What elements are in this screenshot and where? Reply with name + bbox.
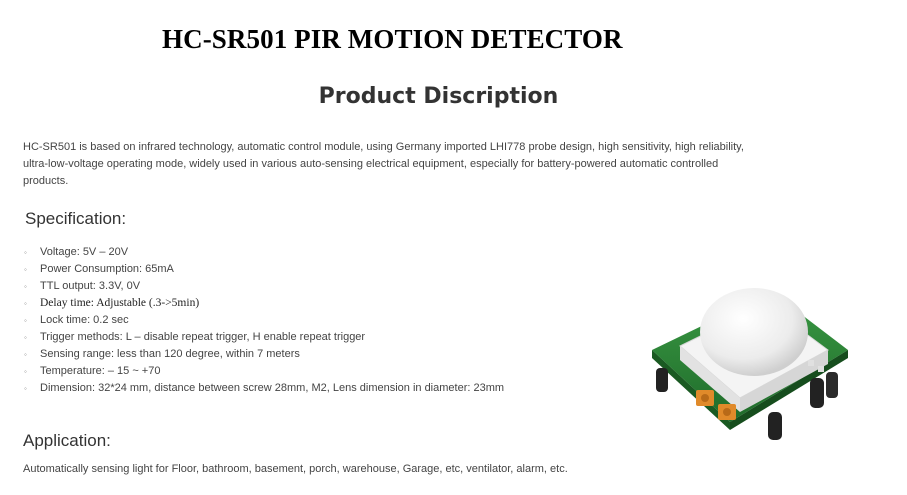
- capacitor-shape: [810, 378, 824, 408]
- spec-item-lock-time: ◦ Lock time: 0.2 sec: [24, 312, 504, 329]
- bullet-icon: ◦: [24, 316, 27, 325]
- bullet-icon: ◦: [24, 299, 27, 308]
- bullet-icon: ◦: [24, 350, 27, 359]
- capacitor-shape: [768, 412, 782, 440]
- spec-item-trigger-methods: ◦ Trigger methods: L – disable repeat tri…: [24, 329, 504, 346]
- spec-item-ttl-output: ◦ TTL output: 3.3V, 0V: [24, 278, 504, 295]
- specification-heading: Specification:: [25, 209, 127, 228]
- fresnel-dome-shape: [700, 288, 808, 376]
- spec-item-sensing-range: ◦ Sensing range: less than 120 degree, wi…: [24, 346, 504, 363]
- bullet-icon: ◦: [24, 282, 27, 291]
- spec-item-dimension: ◦ Dimension: 32*24 mm, distance between s…: [24, 380, 504, 397]
- section-title: Product Discription: [318, 84, 559, 109]
- spec-item-voltage: ◦ Voltage: 5V – 20V: [24, 244, 504, 261]
- spec-item-temperature: ◦ Temperature: – 15 ~ +70: [24, 363, 504, 380]
- bullet-icon: ◦: [24, 367, 27, 376]
- application-heading: Application:: [23, 431, 111, 450]
- application-text: Automatically sensing light for Floor, b…: [23, 463, 568, 475]
- pir-sensor-module-image: [652, 288, 848, 440]
- specification-list: ◦ Voltage: 5V – 20V ◦ Power Consumption: 6…: [24, 244, 504, 397]
- page-title: HC-SR501 PIR MOTION DETECTOR: [162, 24, 623, 54]
- bullet-icon: ◦: [24, 333, 27, 342]
- bullet-icon: ◦: [24, 248, 27, 257]
- intro-paragraph: HC-SR501 is based on infrared technology…: [23, 141, 744, 187]
- capacitor-shape: [656, 368, 668, 392]
- bullet-icon: ◦: [24, 265, 27, 274]
- spec-item-power: ◦ Power Consumption: 65mA: [24, 261, 504, 278]
- bullet-icon: ◦: [24, 384, 27, 393]
- spec-item-delay-time: ◦ Delay time: Adjustable (.3->5min): [24, 295, 504, 312]
